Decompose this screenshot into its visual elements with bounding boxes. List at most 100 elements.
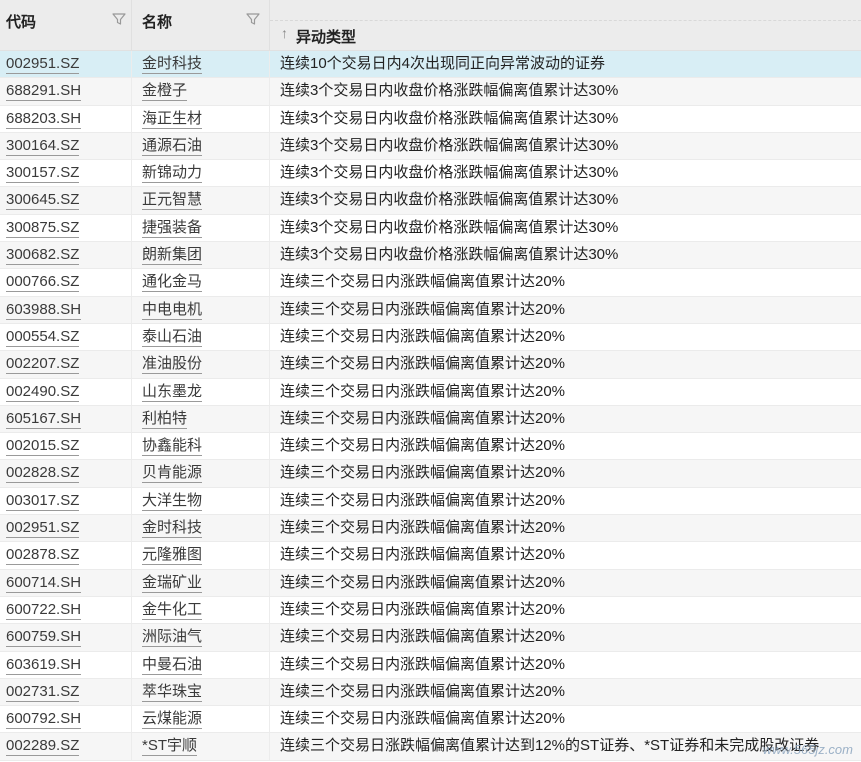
stock-code-link[interactable]: 600759.SH — [6, 628, 82, 648]
table-row[interactable]: 300164.SZ 通源石油 连续3个交易日内收盘价格涨跌幅偏离值累计达30% — [0, 132, 861, 161]
name-cell: 金牛化工 — [132, 596, 270, 624]
table-row[interactable]: 300645.SZ 正元智慧 连续3个交易日内收盘价格涨跌幅偏离值累计达30% — [0, 187, 861, 215]
name-cell: *ST宇顺 — [132, 733, 270, 760]
stock-code-link[interactable]: 002289.SZ — [6, 737, 80, 757]
table-row[interactable]: 002490.SZ 山东墨龙 连续三个交易日内涨跌幅偏离值累计达20% — [0, 378, 861, 406]
table-row[interactable]: 002951.SZ 金时科技 连续10个交易日内4次出现同正向异常波动的证券 — [0, 51, 861, 79]
stock-name-link[interactable]: 萃华珠宝 — [142, 682, 203, 702]
table-row[interactable]: 000766.SZ 通化金马 连续三个交易日内涨跌幅偏离值累计达20% — [0, 269, 861, 297]
stock-name-link[interactable]: 中电电机 — [142, 300, 203, 320]
stock-code-link[interactable]: 000554.SZ — [6, 327, 80, 347]
grid-header: 代码 名称 ↑ 异动类型 — [0, 0, 861, 51]
stock-name-link[interactable]: 朗新集团 — [142, 246, 203, 266]
column-header-code[interactable]: 代码 — [0, 0, 132, 50]
stock-name-link[interactable]: 准油股份 — [142, 355, 203, 375]
stock-code-link[interactable]: 300682.SZ — [6, 246, 80, 266]
stock-name-link[interactable]: 新锦动力 — [142, 164, 203, 184]
stock-name-link[interactable]: 元隆雅图 — [142, 546, 203, 566]
stock-code-link[interactable]: 603619.SH — [6, 655, 82, 675]
stock-name-link[interactable]: 金瑞矿业 — [142, 573, 203, 593]
stock-code-link[interactable]: 300157.SZ — [6, 164, 80, 184]
anomaly-type-cell: 连续三个交易日内涨跌幅偏离值累计达20% — [280, 710, 566, 728]
table-row[interactable]: 002207.SZ 准油股份 连续三个交易日内涨跌幅偏离值累计达20% — [0, 351, 861, 379]
table-row[interactable]: 002731.SZ 萃华珠宝 连续三个交易日内涨跌幅偏离值累计达20% — [0, 678, 861, 707]
table-row[interactable]: 300157.SZ 新锦动力 连续3个交易日内收盘价格涨跌幅偏离值累计达30% — [0, 160, 861, 188]
funnel-icon[interactable] — [246, 12, 260, 26]
stock-name-link[interactable]: 贝肯能源 — [142, 464, 203, 484]
stock-code-link[interactable]: 000766.SZ — [6, 273, 80, 293]
stock-name-link[interactable]: 通源石油 — [142, 136, 203, 156]
stock-name-link[interactable]: 金时科技 — [142, 519, 203, 539]
table-row[interactable]: 002828.SZ 贝肯能源 连续三个交易日内涨跌幅偏离值累计达20% — [0, 460, 861, 488]
stock-code-link[interactable]: 002015.SZ — [6, 437, 80, 457]
stock-code-link[interactable]: 600722.SH — [6, 600, 82, 620]
stock-name-link[interactable]: *ST宇顺 — [142, 737, 198, 757]
stock-name-link[interactable]: 山东墨龙 — [142, 382, 203, 402]
stock-name-link[interactable]: 云煤能源 — [142, 710, 203, 730]
stock-code-link[interactable]: 600792.SH — [6, 710, 82, 730]
anomaly-type-cell: 连续三个交易日内涨跌幅偏离值累计达20% — [280, 600, 566, 618]
anomaly-type-cell: 连续三个交易日内涨跌幅偏离值累计达20% — [280, 464, 566, 482]
table-row[interactable]: 002878.SZ 元隆雅图 连续三个交易日内涨跌幅偏离值累计达20% — [0, 542, 861, 570]
stock-name-link[interactable]: 利柏特 — [142, 409, 188, 429]
name-cell: 中曼石油 — [132, 651, 270, 678]
stock-name-link[interactable]: 海正生材 — [142, 109, 203, 129]
table-row[interactable]: 600792.SH 云煤能源 连续三个交易日内涨跌幅偏离值累计达20% — [0, 706, 861, 734]
stock-code-link[interactable]: 603988.SH — [6, 300, 82, 320]
name-cell: 利柏特 — [132, 405, 270, 433]
funnel-icon[interactable] — [112, 12, 126, 26]
stock-name-link[interactable]: 泰山石油 — [142, 327, 203, 347]
table-row[interactable]: 002015.SZ 协鑫能科 连续三个交易日内涨跌幅偏离值累计达20% — [0, 433, 861, 461]
code-cell: 002828.SZ — [0, 460, 132, 487]
stock-code-link[interactable]: 002207.SZ — [6, 355, 80, 375]
stock-code-link[interactable]: 688291.SH — [6, 82, 82, 102]
stock-code-link[interactable]: 002878.SZ — [6, 546, 80, 566]
stock-name-link[interactable]: 洲际油气 — [142, 628, 203, 648]
stock-code-link[interactable]: 002828.SZ — [6, 464, 80, 484]
stock-code-link[interactable]: 300645.SZ — [6, 191, 80, 211]
stock-name-link[interactable]: 大洋生物 — [142, 491, 203, 511]
name-cell: 大洋生物 — [132, 487, 270, 515]
stock-code-link[interactable]: 002731.SZ — [6, 682, 80, 702]
table-row[interactable]: 688203.SH 海正生材 连续3个交易日内收盘价格涨跌幅偏离值累计达30% — [0, 105, 861, 133]
stock-code-link[interactable]: 002490.SZ — [6, 382, 80, 402]
stock-name-link[interactable]: 协鑫能科 — [142, 437, 203, 457]
table-row[interactable]: 603988.SH 中电电机 连续三个交易日内涨跌幅偏离值累计达20% — [0, 296, 861, 324]
stock-name-link[interactable]: 捷强装备 — [142, 218, 203, 238]
stock-code-link[interactable]: 605167.SH — [6, 409, 82, 429]
stock-code-link[interactable]: 688203.SH — [6, 109, 82, 129]
stock-code-link[interactable]: 300875.SZ — [6, 218, 80, 238]
code-cell: 600722.SH — [0, 596, 132, 624]
table-row[interactable]: 300875.SZ 捷强装备 连续3个交易日内收盘价格涨跌幅偏离值累计达30% — [0, 214, 861, 243]
table-row[interactable]: 600722.SH 金牛化工 连续三个交易日内涨跌幅偏离值累计达20% — [0, 596, 861, 625]
stock-name-link[interactable]: 中曼石油 — [142, 655, 203, 675]
column-header-type[interactable]: ↑ 异动类型 — [270, 0, 861, 50]
table-row[interactable]: 003017.SZ 大洋生物 连续三个交易日内涨跌幅偏离值累计达20% — [0, 487, 861, 516]
column-header-name[interactable]: 名称 — [132, 0, 270, 50]
table-row[interactable]: 600714.SH 金瑞矿业 连续三个交易日内涨跌幅偏离值累计达20% — [0, 569, 861, 597]
table-row[interactable]: 600759.SH 洲际油气 连续三个交易日内涨跌幅偏离值累计达20% — [0, 624, 861, 652]
table-row[interactable]: 603619.SH 中曼石油 连续三个交易日内涨跌幅偏离值累计达20% — [0, 651, 861, 679]
arrow-up-icon[interactable]: ↑ — [281, 25, 288, 41]
table-row[interactable]: 002289.SZ *ST宇顺 连续三个交易日涨跌幅偏离值累计达到12%的ST证券、… — [0, 733, 861, 761]
table-row[interactable]: 605167.SH 利柏特 连续三个交易日内涨跌幅偏离值累计达20% — [0, 405, 861, 434]
stock-name-link[interactable]: 正元智慧 — [142, 191, 203, 211]
stock-name-link[interactable]: 金牛化工 — [142, 600, 203, 620]
table-row[interactable]: 002951.SZ 金时科技 连续三个交易日内涨跌幅偏离值累计达20% — [0, 515, 861, 543]
stock-code-link[interactable]: 002951.SZ — [6, 55, 80, 74]
code-cell: 688203.SH — [0, 105, 132, 132]
stock-code-link[interactable]: 003017.SZ — [6, 491, 80, 511]
table-row[interactable]: 300682.SZ 朗新集团 连续3个交易日内收盘价格涨跌幅偏离值累计达30% — [0, 242, 861, 270]
stock-name-link[interactable]: 金时科技 — [142, 55, 203, 74]
stock-code-link[interactable]: 300164.SZ — [6, 136, 80, 156]
table-row[interactable]: 000554.SZ 泰山石油 连续三个交易日内涨跌幅偏离值累计达20% — [0, 323, 861, 352]
name-cell: 正元智慧 — [132, 187, 270, 214]
stock-name-link[interactable]: 金橙子 — [142, 82, 188, 102]
stock-name-link[interactable]: 通化金马 — [142, 273, 203, 293]
stock-code-link[interactable]: 002951.SZ — [6, 519, 80, 539]
code-cell: 002731.SZ — [0, 678, 132, 706]
anomaly-type-cell: 连续3个交易日内收盘价格涨跌幅偏离值累计达30% — [280, 82, 619, 100]
stock-code-link[interactable]: 600714.SH — [6, 573, 82, 593]
table-row[interactable]: 688291.SH 金橙子 连续3个交易日内收盘价格涨跌幅偏离值累计达30% — [0, 78, 861, 106]
anomaly-type-cell: 连续三个交易日内涨跌幅偏离值累计达20% — [280, 382, 566, 400]
